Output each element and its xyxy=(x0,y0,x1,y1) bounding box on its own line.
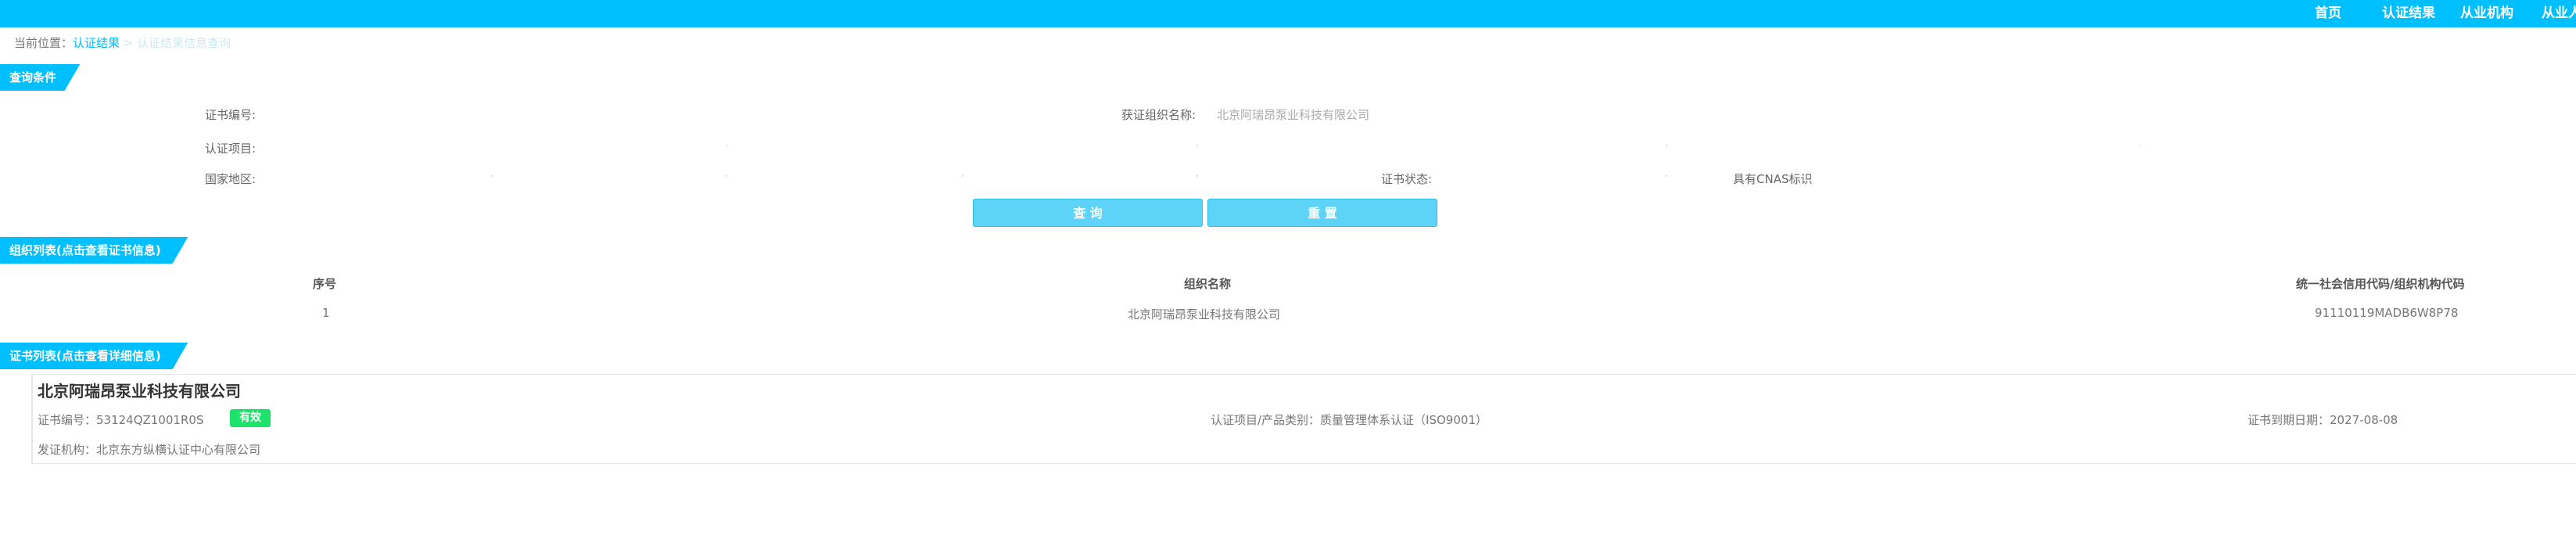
cert-list-section-header: 证书列表(点击查看详细信息) xyxy=(0,343,192,369)
region-label: 国家地区: xyxy=(205,172,257,186)
org-table-header-index: 序号 xyxy=(313,277,337,291)
search-button[interactable]: 查 询 xyxy=(973,199,1203,227)
top-nav-bar: 首页 认证结果 从业机构 从业人 xyxy=(0,0,2576,27)
nav-institutions[interactable]: 从业机构 xyxy=(2460,0,2513,27)
project-option-dot[interactable] xyxy=(1666,145,1667,146)
project-option-dot[interactable] xyxy=(726,145,727,146)
status-badge: 有效 xyxy=(230,409,271,427)
cert-expiry: 证书到期日期：2027-08-08 xyxy=(2248,413,2398,427)
org-list-section-header: 组织列表(点击查看证书信息) xyxy=(0,237,192,264)
cert-issuer: 发证机构：北京东方纵横认证中心有限公司 xyxy=(38,443,261,457)
org-table-header-name: 组织名称 xyxy=(1184,277,1232,291)
org-table-cell-index[interactable]: 1 xyxy=(322,306,330,320)
breadcrumb-link[interactable]: 认证结果 xyxy=(73,36,120,50)
breadcrumb-current: 认证结果信息查询 xyxy=(137,36,231,50)
status-option-dot[interactable] xyxy=(1666,175,1667,177)
org-table-cell-name[interactable]: 北京阿瑞昂泵业科技有限公司 xyxy=(1128,306,1280,322)
cnas-checkbox-label[interactable]: 具有CNAS标识 xyxy=(1733,171,1812,187)
org-name-input[interactable]: 北京阿瑞昂泵业科技有限公司 xyxy=(1217,106,1369,123)
reset-button[interactable]: 重 置 xyxy=(1207,199,1437,227)
org-table-cell-code[interactable]: 91110119MADB6W8P78 xyxy=(2315,306,2458,320)
project-label: 认证项目: xyxy=(205,142,257,156)
breadcrumb-prefix: 当前位置： xyxy=(14,36,74,50)
breadcrumb-separator: > xyxy=(120,36,138,50)
region-option-dot[interactable] xyxy=(491,175,493,177)
nav-practitioners[interactable]: 从业人 xyxy=(2542,0,2576,27)
region-option-dot[interactable] xyxy=(726,175,727,177)
org-name-label: 获证组织名称: xyxy=(1121,108,1197,122)
query-section-header: 查询条件 xyxy=(0,64,84,91)
nav-cert-results[interactable]: 认证结果 xyxy=(2382,0,2435,27)
cert-no-label: 证书编号: xyxy=(205,108,257,122)
region-option-dot[interactable] xyxy=(1197,175,1198,177)
project-option-dot[interactable] xyxy=(1197,145,1198,146)
cert-project: 认证项目/产品类别：质量管理体系认证（ISO9001） xyxy=(1211,413,1487,427)
breadcrumb: 当前位置：认证结果 > 认证结果信息查询 xyxy=(14,34,231,51)
org-table-header-code: 统一社会信用代码/组织机构代码 xyxy=(2296,277,2465,291)
status-label: 证书状态: xyxy=(1381,172,1433,186)
nav-home[interactable]: 首页 xyxy=(2315,0,2341,27)
region-option-dot[interactable] xyxy=(962,175,963,177)
cert-number: 证书编号：53124QZ1001R0S xyxy=(38,413,204,427)
cert-org-name[interactable]: 北京阿瑞昂泵业科技有限公司 xyxy=(38,379,241,401)
project-option-dot[interactable] xyxy=(2140,145,2141,146)
